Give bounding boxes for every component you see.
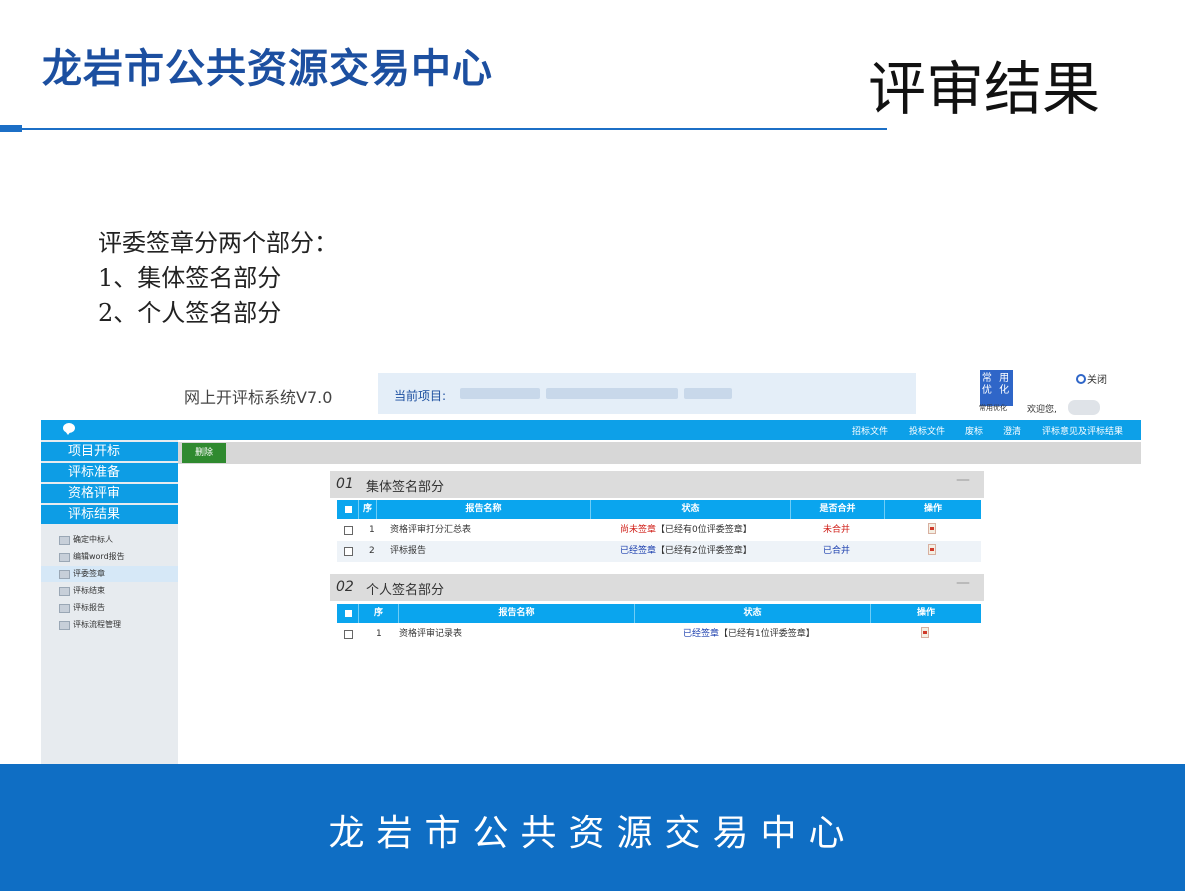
col-merged: 是否合并: [791, 500, 885, 519]
app-screenshot: 网上开评标系统V7.0 当前项目: 常 用 优 化 常用优化 欢迎您, 关闭 招…: [41, 362, 1141, 764]
header-divider: [22, 128, 887, 130]
col-action: 操作: [916, 608, 935, 618]
nav-clarification[interactable]: 澄清: [1003, 424, 1021, 437]
row-seq: 1: [369, 525, 375, 535]
status-note: 【已经有0位评委签章】: [656, 525, 752, 535]
sidebar-item-signature[interactable]: 评委签章: [41, 566, 178, 582]
intro-line: 2、个人签名部分: [98, 299, 282, 327]
slide-title: 龙岩市公共资源交易中心: [42, 46, 493, 92]
row-merged: 已合并: [823, 546, 851, 556]
row-seq: 1: [376, 629, 382, 639]
header-accent: [0, 125, 22, 132]
row-merged: 未合并: [823, 525, 851, 535]
sidebar-item-winner[interactable]: 确定中标人: [41, 532, 178, 548]
section-title: 个人签名部分: [366, 583, 445, 598]
sidebar-item-word-report[interactable]: 编辑word报告: [41, 549, 178, 565]
intro-line: 评委签章分两个部分：: [98, 229, 338, 257]
select-all-checkbox[interactable]: [337, 604, 359, 623]
status-label: 已经签章: [620, 546, 657, 556]
slide-topic: 评审结果: [868, 55, 1101, 123]
status-note: 【已经有2位评委签章】: [656, 546, 752, 556]
status-label: 尚未签章: [620, 525, 657, 535]
sidebar-category-qualification[interactable]: 资格评审: [41, 484, 178, 503]
nav-tender-docs[interactable]: 招标文件: [852, 424, 888, 437]
chat-icon[interactable]: [63, 423, 75, 435]
sidebar-item-report[interactable]: 评标报告: [41, 600, 178, 616]
sidebar: 项目开标 评标准备 资格评审 评标结果 确定中标人 编辑word报告 评委签章 …: [41, 440, 178, 764]
nav-bid-docs[interactable]: 投标文件: [909, 424, 945, 437]
group-section-header: 01 集体签名部分 —: [330, 471, 984, 498]
row-seq: 2: [369, 546, 375, 556]
collapse-button[interactable]: —: [956, 472, 970, 488]
row-report-name: 资格评审记录表: [399, 629, 463, 639]
document-icon[interactable]: [928, 523, 936, 534]
section-number: 02: [336, 579, 354, 595]
col-status: 状态: [635, 604, 871, 623]
redacted-project-name: [684, 388, 732, 399]
section-number: 01: [336, 476, 354, 492]
app-name: 网上开评标系统V7.0: [184, 388, 333, 407]
status-label: 已经签章: [683, 629, 720, 639]
table-row: 2 评标报告 已经签章【已经有2位评委签章】 已合并: [337, 541, 981, 562]
document-icon[interactable]: [928, 544, 936, 555]
nav-invalid-bid[interactable]: 废标: [965, 424, 983, 437]
row-checkbox[interactable]: [344, 526, 353, 535]
current-project-label: 当前项目:: [394, 389, 447, 403]
toolbar: 删除: [178, 442, 1141, 464]
section-title: 集体签名部分: [366, 480, 445, 495]
col-report-name: 报告名称: [399, 604, 635, 623]
row-report-name: 评标报告: [390, 546, 427, 556]
app-header: 网上开评标系统V7.0 当前项目: 常 用 优 化 常用优化 欢迎您, 关闭: [41, 362, 1141, 418]
top-nav-bar: 招标文件 投标文件 废标 澄清 评标意见及评标结果: [41, 420, 1141, 440]
row-status: 尚未签章【已经有0位评委签章】: [620, 520, 752, 541]
sidebar-category-opening[interactable]: 项目开标: [41, 442, 178, 461]
intro-line: 1、集体签名部分: [98, 264, 282, 292]
close-button[interactable]: 关闭: [1076, 371, 1107, 386]
personal-table-header: 序 报告名称 状态 操作: [337, 604, 981, 623]
col-status: 状态: [591, 500, 791, 519]
favorites-caption: 常用优化: [979, 404, 1007, 412]
group-table-header: 序 报告名称 状态 是否合并 操作: [337, 500, 981, 519]
redacted-project-name: [546, 388, 678, 399]
status-note: 【已经有1位评委签章】: [719, 629, 815, 639]
select-all-checkbox[interactable]: [337, 500, 359, 519]
favorites-button[interactable]: 常 用 优 化: [980, 370, 1013, 406]
power-icon: [1076, 374, 1086, 384]
col-seq: 序: [359, 604, 399, 623]
table-row: 1 资格评审记录表 已经签章【已经有1位评委签章】: [337, 624, 981, 645]
row-report-name: 资格评审打分汇总表: [390, 525, 472, 535]
row-checkbox[interactable]: [344, 547, 353, 556]
intro-text: 评委签章分两个部分： 1、集体签名部分 2、个人签名部分: [98, 226, 338, 331]
row-checkbox[interactable]: [344, 630, 353, 639]
sidebar-category-preparation[interactable]: 评标准备: [41, 463, 178, 482]
collapse-button[interactable]: —: [956, 575, 970, 591]
current-project-box: 当前项目:: [378, 373, 916, 414]
row-status: 已经签章【已经有2位评委签章】: [620, 541, 752, 562]
sidebar-item-process[interactable]: 评标流程管理: [41, 617, 178, 633]
sidebar-item-finish[interactable]: 评标结束: [41, 583, 178, 599]
document-icon[interactable]: [921, 627, 929, 638]
col-seq: 序: [359, 500, 377, 519]
personal-section-header: 02 个人签名部分 —: [330, 574, 984, 601]
table-row: 1 资格评审打分汇总表 尚未签章【已经有0位评委签章】 未合并: [337, 520, 981, 541]
footer-title: 龙岩市公共资源交易中心: [328, 813, 857, 854]
redacted-project-name: [460, 388, 540, 399]
footer-band: 龙岩市公共资源交易中心: [0, 764, 1185, 891]
col-action: 操作: [923, 504, 942, 514]
close-label: 关闭: [1087, 375, 1107, 386]
favorites-line: 常 用: [981, 373, 1012, 384]
row-status: 已经签章【已经有1位评委签章】: [683, 624, 815, 645]
favorites-line: 优 化: [981, 385, 1012, 396]
avatar: [1068, 400, 1100, 415]
welcome-text: 欢迎您,: [1027, 405, 1057, 415]
sidebar-category-results[interactable]: 评标结果: [41, 505, 178, 524]
delete-button[interactable]: 删除: [182, 443, 226, 463]
nav-evaluation-results[interactable]: 评标意见及评标结果: [1042, 424, 1123, 437]
col-report-name: 报告名称: [377, 500, 591, 519]
